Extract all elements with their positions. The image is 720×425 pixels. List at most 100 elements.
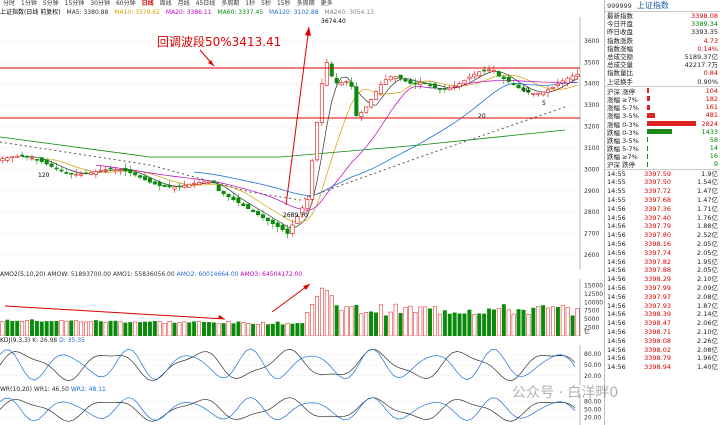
- tick-row: 14:55 3397.72 1.47亿: [605, 187, 720, 196]
- candle: [373, 89, 379, 100]
- tick-time: 14:56: [607, 257, 626, 266]
- candle: [197, 179, 202, 185]
- period-tab-9[interactable]: 45日线: [193, 0, 219, 8]
- period-tab-14[interactable]: 多周期: [294, 0, 318, 8]
- volume-bar: [280, 324, 285, 336]
- stat-row: 指数涨跌 4.73: [605, 37, 720, 45]
- breadth-bar: [647, 161, 696, 167]
- volume-bar: [369, 311, 374, 336]
- volume-bar: [526, 314, 531, 336]
- tick-amount: 1.96亿: [697, 354, 718, 363]
- candle: [285, 224, 290, 239]
- stat-value: 3393.35: [691, 28, 718, 37]
- candle: [0, 156, 5, 164]
- period-tab-7[interactable]: 周线: [157, 0, 175, 8]
- period-tab-8[interactable]: 月线: [175, 0, 193, 8]
- volume-bar: [15, 320, 20, 336]
- candle: [413, 78, 418, 90]
- volume-tick: 7500: [584, 308, 599, 315]
- volume-bar: [34, 320, 39, 336]
- period-tab-3[interactable]: 15分钟: [62, 0, 88, 8]
- stat-value: 0.14%: [697, 44, 718, 53]
- tick-row: 14:56 3397.36 1.71亿: [605, 205, 720, 214]
- period-tab-2[interactable]: 5分钟: [40, 0, 62, 8]
- volume-bar: [511, 313, 516, 336]
- volume-bar: [359, 313, 364, 336]
- ma60-line: [194, 81, 578, 196]
- tick-amount: 2.52亿: [697, 231, 718, 240]
- candle: [93, 169, 98, 179]
- volume-surge-arrow: [271, 283, 311, 313]
- candle: [393, 75, 398, 83]
- osc-tick: 50.00: [584, 362, 601, 369]
- volume-bar: [256, 324, 261, 336]
- high-label: 3674.40: [321, 18, 346, 25]
- period-tab-13[interactable]: 15秒: [274, 0, 294, 8]
- tick-amount: 2.10亿: [697, 327, 718, 336]
- tick-time: 14:56: [607, 363, 626, 372]
- index-name: 上证指数: [636, 1, 669, 10]
- volume-tick: 15000: [584, 282, 603, 289]
- volume-bar: [241, 322, 246, 336]
- tick-row: 14:56 3398.08 2.26亿: [605, 337, 720, 346]
- volume-bar: [20, 321, 25, 336]
- breadth-bar: [647, 145, 696, 151]
- tick-price: 3398.08: [644, 336, 671, 345]
- volume-bar: [555, 306, 560, 336]
- volume-bar: [305, 312, 310, 336]
- candle: [403, 77, 408, 83]
- tick-row: 14:56 3397.93 1.87亿: [605, 302, 720, 311]
- quote-panel-title: 999999 上证指数: [605, 0, 720, 12]
- period-tab-6[interactable]: 日线: [139, 0, 157, 8]
- breadth-count: 182: [705, 94, 718, 103]
- candle: [25, 154, 30, 161]
- tick-list[interactable]: 14:55 3397.59 1.9亿 14:55 3397.50 1.54亿 14:55 33…: [605, 168, 720, 372]
- price-tick: 3100: [584, 145, 599, 152]
- tick-amount: 1.54亿: [697, 178, 718, 187]
- volume-trend-arrow: [4, 305, 226, 320]
- period-tab-4[interactable]: 30分钟: [87, 0, 113, 8]
- market-breadth: 沪深 涨停 104 涨幅 ≥7% 182 涨幅 5-7% 161 涨幅 3-5% 481 涨幅 …: [605, 85, 720, 169]
- period-tab-0[interactable]: 分时: [0, 0, 18, 8]
- stat-value: 3389.34: [691, 20, 718, 29]
- period-tab-15[interactable]: 更多: [318, 0, 336, 8]
- candle: [206, 180, 211, 185]
- period-tab-1[interactable]: 1分钟: [18, 0, 40, 8]
- period-tab-11[interactable]: 1秒: [242, 0, 258, 8]
- period-tab-12[interactable]: 5秒: [258, 0, 274, 8]
- stat-row: 指数涨幅 0.14%: [605, 45, 720, 53]
- volume-bar: [428, 308, 433, 336]
- tick-row: 14:56 3398.39 2.14亿: [605, 310, 720, 319]
- candle: [187, 183, 192, 188]
- volume-chart[interactable]: 150001250010000750050002500亿: [0, 279, 604, 336]
- period-tab-5[interactable]: 60分钟: [113, 0, 139, 8]
- candlestick-chart[interactable]: 回调波段50%3413.41 3674.40 2689.70 120 20 10…: [0, 17, 604, 270]
- tick-amount: 2.08亿: [697, 292, 718, 301]
- breadth-count: 2824: [701, 119, 718, 128]
- volume-bar: [192, 321, 197, 336]
- volume-bar: [531, 307, 536, 336]
- kdj-chart[interactable]: 80.00 50.00 20.00: [0, 345, 604, 385]
- volume-bar: [482, 313, 487, 336]
- volume-bar: [270, 323, 275, 336]
- tick-price: 3398.16: [644, 239, 671, 248]
- tick-row: 14:56 3397.74 2.05亿: [605, 249, 720, 258]
- candle: [550, 86, 555, 89]
- candle: [69, 172, 74, 179]
- volume-bar: [143, 321, 147, 336]
- volume-bar: [354, 304, 359, 336]
- period-tab-10[interactable]: 多周期: [218, 0, 242, 8]
- tick-price: 3397.80: [644, 231, 671, 240]
- kline-app: 分时 1分钟 5分钟 15分钟 30分钟 60分钟 日线 周线 月线 45日线 多周期 1秒 5秒 15秒…: [0, 0, 720, 425]
- volume-bar: [408, 305, 413, 336]
- kdj-indicator-name: KDJ(9,3,3): [0, 337, 31, 344]
- volume-bar: [123, 322, 128, 336]
- stat-label: 昨日收盘: [607, 28, 633, 37]
- volume-bar: [403, 307, 408, 336]
- amow-value: AMOW: 51893700.00: [47, 271, 111, 278]
- index-code: 999999: [607, 2, 632, 10]
- price-tick: 2600: [584, 252, 599, 259]
- candle: [329, 61, 334, 78]
- rally-arrow: [285, 26, 310, 206]
- tick-amount: 2.14亿: [697, 310, 718, 319]
